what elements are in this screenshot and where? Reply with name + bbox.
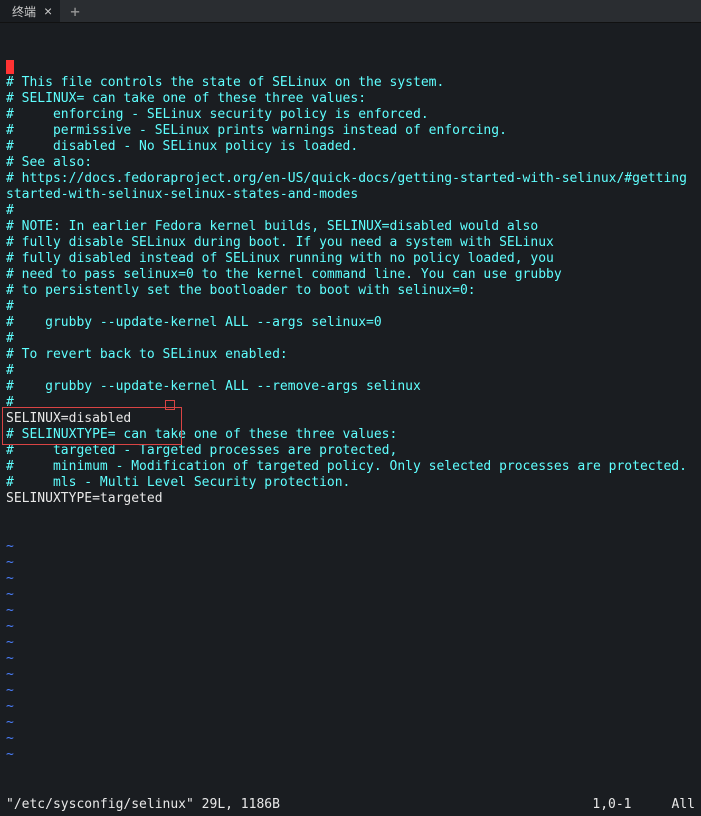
- terminal-tab[interactable]: 终端 ×: [0, 0, 60, 22]
- status-scroll: All: [672, 797, 695, 812]
- editor-line: # NOTE: In earlier Fedora kernel builds,…: [6, 219, 695, 235]
- new-tab-button[interactable]: +: [60, 2, 90, 21]
- editor-line: ~: [6, 715, 695, 731]
- editor-line: SELINUXTYPE=targeted: [6, 491, 695, 507]
- editor-line: ~: [6, 699, 695, 715]
- editor-line: SELINUX=disabled: [6, 411, 695, 427]
- editor-line: # enforcing - SELinux security policy is…: [6, 107, 695, 123]
- editor-line: ~: [6, 731, 695, 747]
- editor-line: [6, 59, 695, 75]
- editor-line: # permissive - SELinux prints warnings i…: [6, 123, 695, 139]
- close-icon[interactable]: ×: [44, 4, 52, 18]
- editor-area[interactable]: # This file controls the state of SELinu…: [0, 23, 701, 795]
- editor-line: [6, 523, 695, 539]
- editor-line: # mls - Multi Level Security protection.: [6, 475, 695, 491]
- editor-line: ~: [6, 603, 695, 619]
- tab-label: 终端: [12, 3, 36, 20]
- editor-line: #: [6, 331, 695, 347]
- editor-line: # need to pass selinux=0 to the kernel c…: [6, 267, 695, 283]
- editor-line: started-with-selinux-selinux-states-and-…: [6, 187, 695, 203]
- editor-line: ~: [6, 683, 695, 699]
- editor-line: ~: [6, 619, 695, 635]
- editor-line: # grubby --update-kernel ALL --args seli…: [6, 315, 695, 331]
- editor-line: #: [6, 299, 695, 315]
- editor-line: ~: [6, 667, 695, 683]
- editor-line: #: [6, 395, 695, 411]
- editor-line: [6, 779, 695, 795]
- cursor: [6, 60, 14, 74]
- editor-line: # fully disable SELinux during boot. If …: [6, 235, 695, 251]
- editor-line: # SELINUX= can take one of these three v…: [6, 91, 695, 107]
- editor-line: # grubby --update-kernel ALL --remove-ar…: [6, 379, 695, 395]
- tab-bar: 终端 × +: [0, 0, 701, 23]
- editor-line: # fully disabled instead of SELinux runn…: [6, 251, 695, 267]
- editor-line: ~: [6, 651, 695, 667]
- editor-line: # to persistently set the bootloader to …: [6, 283, 695, 299]
- editor-line: #: [6, 203, 695, 219]
- editor-line: # https://docs.fedoraproject.org/en-US/q…: [6, 171, 695, 187]
- editor-line: # SELINUXTYPE= can take one of these thr…: [6, 427, 695, 443]
- editor-line: ~: [6, 587, 695, 603]
- editor-line: ~: [6, 571, 695, 587]
- editor-line: # minimum - Modification of targeted pol…: [6, 459, 695, 475]
- editor-line: ~: [6, 539, 695, 555]
- editor-line: ~: [6, 555, 695, 571]
- editor-line: # To revert back to SELinux enabled:: [6, 347, 695, 363]
- editor-line: ~: [6, 747, 695, 763]
- editor-line: [6, 763, 695, 779]
- editor-line: [6, 507, 695, 523]
- status-bar: "/etc/sysconfig/selinux" 29L, 1186B 1,0-…: [0, 795, 701, 816]
- editor-line: # disabled - No SELinux policy is loaded…: [6, 139, 695, 155]
- editor-line: # This file controls the state of SELinu…: [6, 75, 695, 91]
- status-position: 1,0-1: [592, 797, 631, 812]
- editor-line: #: [6, 363, 695, 379]
- editor-line: ~: [6, 635, 695, 651]
- status-file: "/etc/sysconfig/selinux" 29L, 1186B: [6, 797, 280, 812]
- editor-line: # targeted - Targeted processes are prot…: [6, 443, 695, 459]
- editor-line: # See also:: [6, 155, 695, 171]
